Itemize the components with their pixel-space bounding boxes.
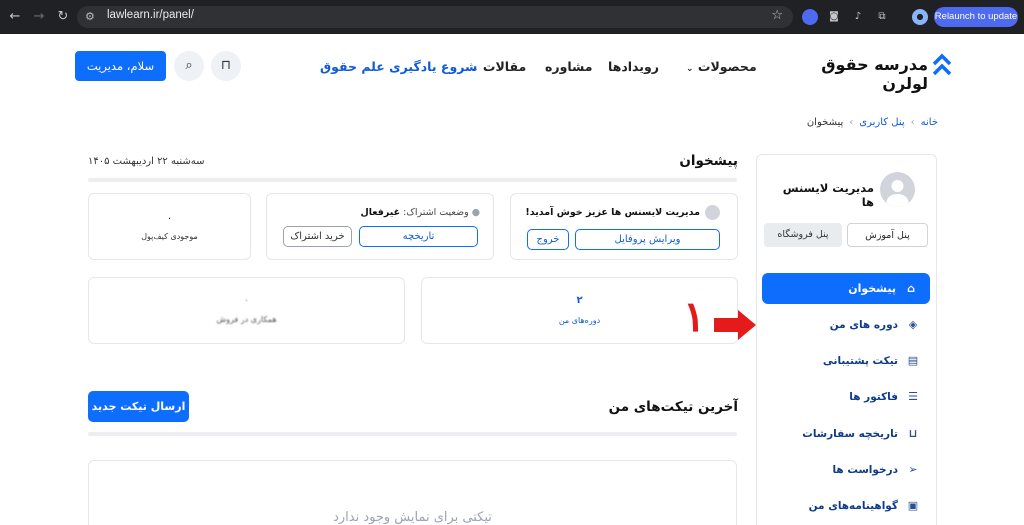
status-dot-icon: ● [471,207,480,218]
sidebar-item-label: درخواست ها [832,464,898,476]
cart-icon: ⊔ [908,427,918,440]
sidebar-item-label: گواهینامه‌های من [808,500,898,512]
breadcrumb-separator-icon: › [910,117,915,128]
reload-icon[interactable]: ↻ [54,8,72,26]
shopping-bag-icon: ⊓ [220,58,232,73]
red-arrow-icon [714,310,756,340]
chevron-down-icon: ⌄ [686,64,694,74]
wallet-value: ۰ [166,213,173,224]
ticket-icon: ▤ [907,354,919,367]
relaunch-button[interactable]: Relaunch to update [934,7,1018,27]
breadcrumb-current: پیشخوان [806,117,844,128]
logo-text[interactable]: مدرسه حقوق لولرن [790,55,928,93]
logo-icon[interactable] [932,52,952,80]
edit-profile-button[interactable]: ویرایش پروفایل [575,229,720,250]
breadcrumb: خانه › پنل کاربری › پیشخوان [780,117,938,128]
home-icon: ⌂ [907,281,915,295]
forward-icon[interactable]: → [30,8,48,26]
wallet-label: موجودی کیف‌پول [141,232,198,241]
breadcrumb-home[interactable]: خانه [921,117,938,128]
subscription-status: ● وضعیت اشتراک: غیرفعال [276,207,480,218]
nav-events[interactable]: رویدادها [608,59,659,74]
tickets-empty-text: تیکتی برای نمایش وجود ندارد [333,510,492,525]
sidebar-item-label: تاریخچه سفارشات [802,428,898,440]
sidebar-item-my-courses[interactable]: ◈ دوره های من [770,316,920,334]
nav-start-learning[interactable]: شروع یادگیری علم حقوق [320,59,477,74]
current-date: سه‌شنبه ۲۲ اردیبهشت ۱۴۰۵ [88,156,205,167]
tickets-divider [88,432,737,436]
logout-button[interactable]: خروج [527,229,569,250]
sidebar-item-invoices[interactable]: ☰ فاکتور ها [770,388,920,406]
subscription-label: وضعیت اشتراک: [403,207,469,218]
site-info-icon[interactable]: ⚙ [85,9,101,25]
extensions-puzzle-icon[interactable]: ⧉ [874,9,890,25]
graduation-cap-icon: ◈ [908,318,918,331]
back-icon[interactable]: ← [6,8,24,26]
nav-articles-label: مقالات [482,59,527,74]
buy-subscription-button[interactable]: خرید اشتراک [283,226,352,247]
user-name: مدیریت لایسنس ها [782,181,874,209]
breadcrumb-panel[interactable]: پنل کاربری [859,117,904,128]
nav-articles[interactable]: مقالات ⌄ [471,59,526,74]
sidebar-item-label: فاکتور ها [849,391,898,403]
subscription-value: غیرفعال [360,207,401,218]
sidebar-item-dashboard[interactable]: ⌂ پیشخوان [762,273,930,304]
wallet-card [88,193,251,260]
sidebar-item-label: دوره های من [829,319,898,331]
section-divider [88,178,737,182]
affiliate-stat-card[interactable] [88,277,405,344]
affiliate-label: همکاری در فروش [216,315,277,324]
user-avatar-icon [886,180,909,207]
nav-consulting[interactable]: مشاوره [545,59,593,74]
welcome-text: مدیریت لایسنس ها عزیز خوش آمدید! [525,207,700,218]
search-icon: ⌕ [185,58,193,73]
address-bar[interactable]: ⚙ lawlearn.ir/panel/ ☆ [77,6,793,28]
annotation-number: ۱ [683,292,706,341]
affiliate-count: ۰ [244,296,249,306]
tickets-title: آخرین تیکت‌های من [608,399,738,415]
sidebar-item-support-ticket[interactable]: ▤ تیکت پشتیبانی [770,352,920,370]
page-title: پیشخوان [679,153,738,169]
bookmark-star-icon[interactable]: ☆ [771,8,783,23]
history-button[interactable]: تاریخچه [359,226,478,247]
url-text: lawlearn.ir/panel/ [107,9,194,21]
extension-dot-icon[interactable] [802,9,818,25]
small-avatar-icon [705,205,720,220]
search-button[interactable]: ⌕ [174,51,204,81]
mic-icon[interactable]: ♪ [850,9,866,25]
user-account-button[interactable]: سلام، مدیریت [75,51,166,81]
send-icon: ➢ [908,463,918,476]
cart-button[interactable]: ⊓ [211,51,241,81]
sidebar-item-certificates[interactable]: ▣ گواهینامه‌های من [770,497,920,515]
breadcrumb-separator-icon: › [849,117,854,128]
sidebar-item-order-history[interactable]: ⊔ تاریخچه سفارشات [770,425,920,443]
avatar [880,172,915,207]
profile-icon[interactable]: ● [912,9,928,25]
sidebar-item-requests[interactable]: ➢ درخواست ها [770,461,920,479]
nav-products[interactable]: محصولات ⌄ [686,59,757,74]
send-new-ticket-button[interactable]: ارسال تیکت جدید [88,391,189,422]
sidebar-item-label: پیشخوان [848,282,896,295]
invoice-icon: ☰ [908,390,918,403]
camera-icon[interactable]: ◙ [826,9,842,25]
certificate-icon: ▣ [907,499,919,512]
sidebar-item-label: تیکت پشتیبانی [822,355,898,367]
tab-learning-panel[interactable]: پنل آموزش [847,223,928,247]
nav-products-label: محصولات [697,59,757,74]
tab-shop-panel[interactable]: پنل فروشگاه [764,223,842,247]
